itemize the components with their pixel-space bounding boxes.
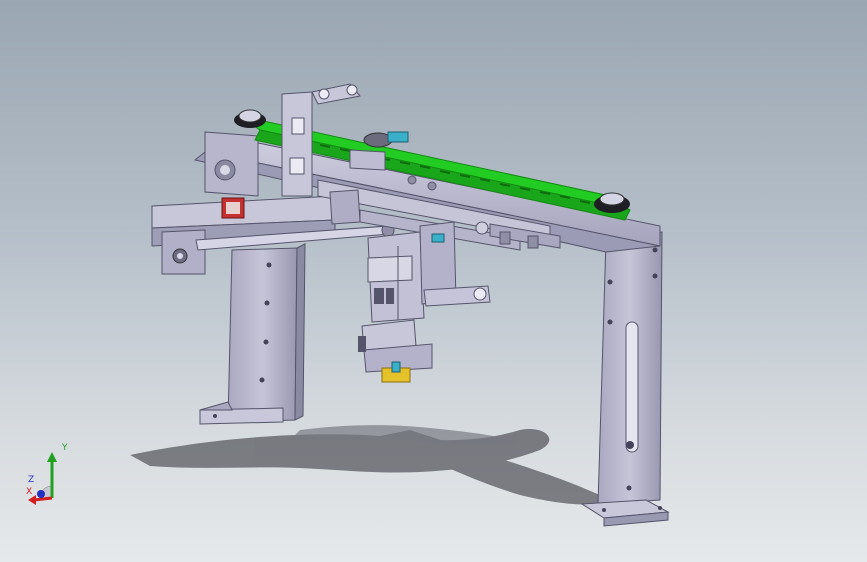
cad-viewport[interactable]: Y Z X	[0, 0, 867, 562]
head-assembly[interactable]	[358, 221, 491, 383]
x-axis-label: X	[26, 487, 33, 497]
right-leg[interactable]	[580, 231, 670, 527]
left-leg[interactable]	[199, 243, 306, 425]
gantry-assembly-model[interactable]	[0, 0, 867, 562]
z-axis-label: Z	[28, 475, 35, 485]
floor-shadow	[130, 425, 610, 505]
axis-triad[interactable]: Y Z X	[22, 440, 82, 510]
y-axis-label: Y	[62, 443, 68, 453]
